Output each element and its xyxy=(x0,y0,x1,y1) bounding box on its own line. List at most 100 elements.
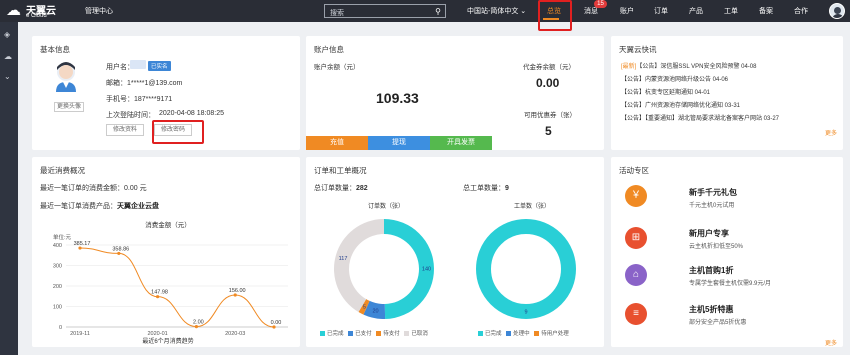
legend-item: 已完成 xyxy=(320,331,344,337)
cloud-icon[interactable]: ☁ xyxy=(4,52,12,61)
last-login-time: 2020-04-08 18:08:25 xyxy=(159,110,224,117)
news-item[interactable]: 【公告】广州资源池存储网络优化通知 03-31 xyxy=(621,100,740,109)
legend-label: 已完成 xyxy=(327,331,344,337)
withdraw-button[interactable]: 提现 xyxy=(368,136,430,150)
news-item[interactable]: 【公告】杭变专区延期通知 04-01 xyxy=(621,87,710,96)
logo[interactable]: ☁ 天翼云 e Cloud xyxy=(6,1,66,21)
y-tick-label: 300 xyxy=(53,264,62,270)
news-item[interactable]: 【公告】内蒙资源池网络升级公告 04-06 xyxy=(621,74,728,83)
legend-item: 处理中 xyxy=(506,331,530,337)
spending-title: 最近消费概况 xyxy=(40,166,85,175)
voucher-label: 代金券余额（元） xyxy=(523,64,575,71)
donut-slice xyxy=(334,219,384,313)
promo-title[interactable]: 新手千元礼包 xyxy=(689,187,737,198)
y-tick-label: 0 xyxy=(59,325,62,331)
recharge-button[interactable]: 充值 xyxy=(306,136,368,150)
promo-title[interactable]: 新用户专享 xyxy=(689,228,729,239)
unit-label: 单位:元 xyxy=(53,233,72,241)
nav-partnership[interactable]: 合作 xyxy=(794,6,808,16)
chevron-down-icon: ⌄ xyxy=(520,8,527,15)
highlight-overview-box xyxy=(538,0,572,31)
data-label: 5 xyxy=(363,305,366,311)
data-label: 156.00 xyxy=(229,288,246,294)
orders-donut-chart: 140 20 5 117 xyxy=(334,219,434,319)
search-input[interactable]: 搜索 ⚲ xyxy=(324,4,446,18)
data-label: 140 xyxy=(422,267,431,273)
promo-title[interactable]: 主机5折特惠 xyxy=(689,304,733,315)
news-card: 天翼云快讯 [最新]【公告】深信服SSL VPN安全风险预警 04-08 【公告… xyxy=(611,36,843,150)
voucher-value: 0.00 xyxy=(536,76,560,90)
search-icon[interactable]: ⚲ xyxy=(435,7,441,16)
news-text: 【公告】深信服SSL VPN安全风险预警 04-08 xyxy=(636,64,757,70)
coupon-label: 可用优惠券（张） xyxy=(524,112,576,119)
orders-legend: 已完成 已支付 待支付 已取消 xyxy=(320,329,428,337)
total-orders-label: 总订单数量： xyxy=(314,185,356,192)
legend-item: 待支付 xyxy=(376,331,400,337)
tickets-donut-chart: 9 xyxy=(476,219,576,319)
chevron-down-icon[interactable]: ⌄ xyxy=(4,72,11,81)
shop-icon[interactable]: ⌂ xyxy=(625,264,647,286)
orders-tickets-title: 订单和工单概况 xyxy=(314,166,367,175)
promotions-card: 活动专区 ￥ 新手千元礼包 千元主机0元试用 ⊞ 新用户专享 云主机折扣低至50… xyxy=(611,157,843,347)
legend-label: 已取消 xyxy=(411,331,428,337)
legend-item: 已支付 xyxy=(348,331,372,337)
promotions-title: 活动专区 xyxy=(619,166,649,175)
cube-icon[interactable]: ◈ xyxy=(4,30,10,39)
nav-tickets[interactable]: 工单 xyxy=(724,6,738,16)
coin-icon[interactable]: ￥ xyxy=(625,185,647,207)
region-language-select[interactable]: 中国站-简体中文 ⌄ xyxy=(467,6,526,16)
nav-orders[interactable]: 订单 xyxy=(654,6,668,16)
news-text: 【公告】杭变专区延期通知 04-01 xyxy=(621,90,711,96)
edit-profile-button[interactable]: 修改资料 xyxy=(106,124,144,136)
database-icon[interactable]: ≡ xyxy=(625,303,647,325)
legend-item: 已完成 xyxy=(478,331,502,337)
account-info-card: 账户信息 账户余额（元） 109.33 代金券余额（元） 0.00 可用优惠券（… xyxy=(306,36,604,150)
last-login-label: 上次登陆时间： xyxy=(106,112,155,119)
data-label: 147.98 xyxy=(151,290,168,296)
avatar xyxy=(56,62,76,92)
balance-label: 账户余额（元） xyxy=(314,64,360,71)
news-text: 【公告】内蒙资源池网络升级公告 04-06 xyxy=(621,77,729,83)
last-order-label: 最近一笔订单的消费金额：0.00 元 xyxy=(40,183,147,193)
basic-info-title: 基本信息 xyxy=(40,45,70,54)
total-tickets: 总工单数量：9 xyxy=(463,183,509,193)
news-new-tag: [最新] xyxy=(621,64,637,70)
email-text: 邮箱：1*****1@139.com xyxy=(106,80,183,87)
x-tick-label: 2019-11 xyxy=(70,331,90,337)
chart-caption: 最近6个月消费趋势 xyxy=(142,337,193,345)
news-item[interactable]: 【公告】【重要通知】湖北管局要求湖北备案客户网站 03-27 xyxy=(621,113,779,122)
gift-icon[interactable]: ⊞ xyxy=(625,227,647,249)
management-center-link[interactable]: 管理中心 xyxy=(85,6,113,16)
donut-slice xyxy=(476,219,576,319)
data-label: 20 xyxy=(372,309,378,315)
invoice-button[interactable]: 开具发票 xyxy=(430,136,492,150)
nav-products[interactable]: 产品 xyxy=(689,6,703,16)
promo-title[interactable]: 主机首购1折 xyxy=(689,265,733,276)
x-tick-label: 2020-03 xyxy=(225,331,245,337)
legend-item: 待用户处理 xyxy=(534,331,569,337)
nav-account[interactable]: 账户 xyxy=(620,6,634,16)
nav-filing[interactable]: 备案 xyxy=(759,6,773,16)
top-nav-bar: ☁ 天翼云 e Cloud 管理中心 搜索 ⚲ 中国站-简体中文 ⌄ 总览 消息… xyxy=(0,0,850,22)
x-tick-label: 2020-01 xyxy=(148,331,168,337)
username-masked xyxy=(130,60,146,69)
last-order-label-text: 最近一笔订单的消费金额： xyxy=(40,185,124,192)
promo-more-link[interactable]: 更多 xyxy=(825,338,837,347)
last-product-name: 天翼企业云盘 xyxy=(117,203,159,210)
news-title: 天翼云快讯 xyxy=(619,45,657,54)
y-tick-label: 400 xyxy=(53,243,62,249)
legend-label: 处理中 xyxy=(513,331,530,337)
news-item[interactable]: [最新]【公告】深信服SSL VPN安全风险预警 04-08 xyxy=(621,61,756,70)
change-avatar-button[interactable]: 更换头像 xyxy=(54,102,84,112)
account-info-title: 账户信息 xyxy=(314,45,344,54)
user-avatar[interactable] xyxy=(829,3,845,19)
tickets-legend: 已完成 处理中 待用户处理 xyxy=(478,329,569,337)
data-label: 385.17 xyxy=(74,241,91,247)
highlight-password-box xyxy=(152,120,204,144)
promo-subtitle: 云主机折扣低至50% xyxy=(689,244,744,250)
promo-subtitle: 部分安全产品5折优惠 xyxy=(689,320,747,326)
data-label: 0.00 xyxy=(271,320,282,326)
news-more-link[interactable]: 更多 xyxy=(825,128,837,137)
data-label: 2.00 xyxy=(193,320,204,326)
coupon-value: 5 xyxy=(545,124,552,138)
